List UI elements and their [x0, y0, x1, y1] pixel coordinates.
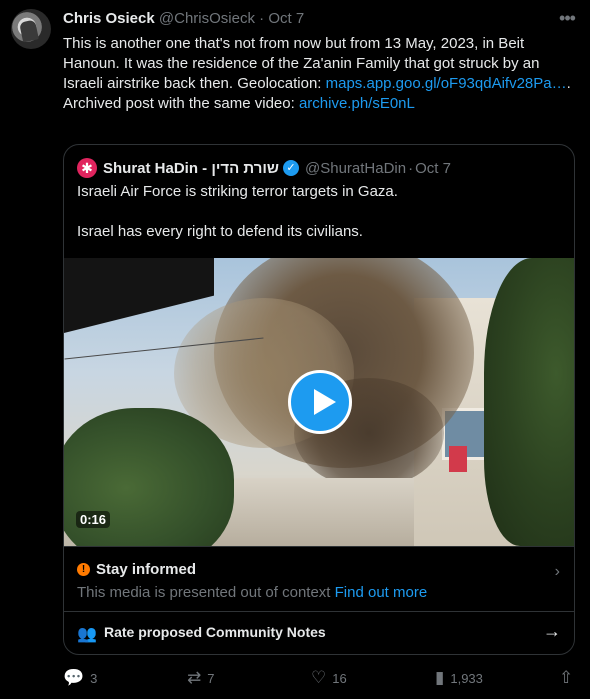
reply-icon: 💬: [63, 668, 85, 687]
quoted-author-name[interactable]: Shurat HaDin - שורת הדין: [103, 160, 279, 177]
quoted-author-handle[interactable]: @ShuratHaDin: [305, 160, 406, 177]
author-name[interactable]: Chris Osieck: [63, 10, 155, 27]
post-time[interactable]: Oct 7: [268, 10, 304, 27]
quoted-separator: ·: [408, 159, 414, 177]
action-bar: 💬 3 ⇄ 7 ♡ 16 ▮ 1,933 ⇧: [63, 668, 583, 692]
more-icon[interactable]: •••: [555, 9, 579, 33]
quoted-header: Shurat HaDin - שורת הדין @ShuratHaDin · …: [77, 158, 451, 178]
video-duration: 0:16: [76, 511, 111, 528]
geolocation-link[interactable]: maps.app.goo.gl/oF93qdAifv28Pa…: [326, 75, 567, 92]
like-count: 16: [332, 670, 347, 686]
heart-icon: ♡: [311, 668, 327, 687]
author-avatar[interactable]: [11, 9, 51, 49]
video-scene-awning: [64, 258, 214, 338]
quoted-text: Israeli Air Force is striking terror tar…: [77, 182, 557, 262]
video-scene-tree-right: [484, 258, 574, 546]
notice-title: Stay informed: [96, 561, 197, 578]
post-text: This is another one that's not from now …: [63, 34, 573, 114]
share-button[interactable]: ⇧: [559, 668, 573, 688]
find-out-more-link[interactable]: Find out more: [335, 584, 428, 601]
video-player[interactable]: 0:16: [64, 258, 574, 546]
author-handle[interactable]: @ChrisOsieck: [159, 10, 255, 27]
chevron-right-icon[interactable]: ›: [555, 563, 560, 581]
quoted-time[interactable]: Oct 7: [415, 160, 451, 177]
verified-badge-icon: [283, 160, 299, 176]
like-button[interactable]: ♡ 16: [311, 668, 347, 688]
repost-icon: ⇄: [187, 668, 202, 687]
warning-icon: [77, 563, 90, 576]
community-notes-row[interactable]: 👥 Rate proposed Community Notes →: [64, 611, 574, 654]
arrow-right-icon[interactable]: →: [543, 621, 561, 642]
quoted-post[interactable]: Shurat HaDin - שורת הדין @ShuratHaDin · …: [63, 144, 575, 655]
people-icon: 👥: [77, 626, 97, 643]
archive-link[interactable]: archive.ph/sE0nL: [299, 95, 415, 112]
quoted-line-2: Israel has every right to defend its civ…: [77, 223, 363, 240]
play-icon[interactable]: [288, 370, 352, 434]
video-scene-banner: [449, 446, 467, 472]
views-icon: ▮: [435, 668, 445, 687]
video-scene-rooftops: [204, 478, 414, 546]
repost-count: 7: [207, 670, 215, 686]
view-count: 1,933: [450, 670, 483, 686]
context-notice[interactable]: Stay informed › This media is presented …: [64, 546, 574, 611]
notice-body: This media is presented out of context F…: [77, 584, 427, 601]
quoted-line-1: Israeli Air Force is striking terror tar…: [77, 183, 398, 200]
meta-separator: ·: [259, 10, 265, 27]
views-button[interactable]: ▮ 1,933: [435, 668, 483, 688]
notice-body-text: This media is presented out of context: [77, 584, 335, 601]
post-header: Chris Osieck @ChrisOsieck · Oct 7: [63, 10, 304, 27]
quoted-avatar[interactable]: [77, 158, 97, 178]
reply-count: 3: [90, 670, 98, 686]
reply-button[interactable]: 💬 3: [63, 668, 97, 688]
share-icon: ⇧: [559, 668, 574, 687]
community-notes-label[interactable]: Rate proposed Community Notes: [104, 624, 326, 640]
repost-button[interactable]: ⇄ 7: [187, 668, 214, 688]
